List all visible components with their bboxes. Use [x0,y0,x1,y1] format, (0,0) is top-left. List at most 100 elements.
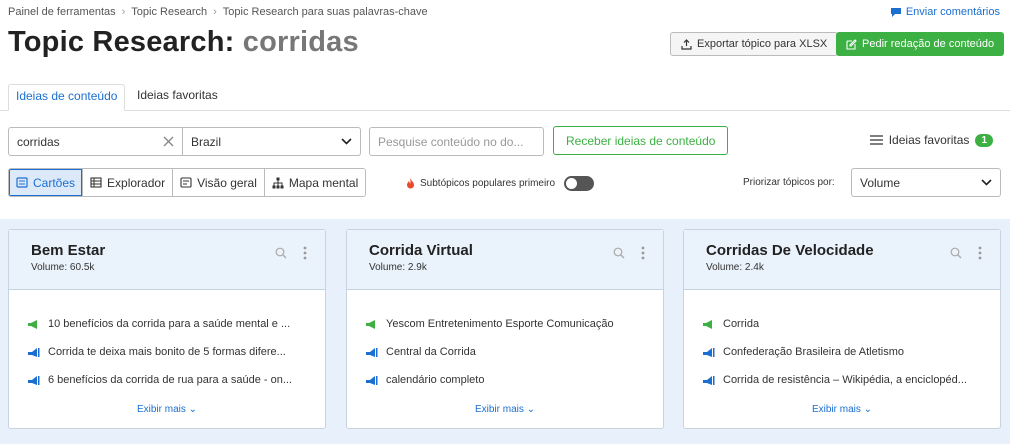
megaphone-icon [703,319,712,329]
question-icon [366,347,378,357]
topic-card-body: 10 benefícios da corrida para a saúde me… [9,290,325,415]
list-item-text: calendário completo [386,374,485,386]
list-item[interactable]: Yescom Entretenimento Esporte Comunicaçã… [365,310,645,338]
popular-subtopics-label: Subtópicos populares primeiro [420,178,556,189]
cards-icon [16,177,28,188]
list-item[interactable]: Confederação Brasileira de Atletismo [702,338,982,366]
content-search-input[interactable]: Pesquise conteúdo no do... [369,127,544,156]
megaphone-icon [366,319,375,329]
topic-card: Corridas De Velocidade Volume: 2.4k Corr… [683,229,1001,429]
topic-card-header: Bem Estar Volume: 60.5k [9,230,325,290]
list-icon [869,135,883,145]
topic-card-body: Corrida Confederação Brasileira de Atlet… [684,290,1000,415]
show-more-label: Exibir mais [474,404,524,415]
topic-card-volume: Volume: 60.5k [31,262,95,273]
tab-content-ideas[interactable]: Ideias de conteúdo [8,84,126,111]
prioritize-label: Priorizar tópicos por: [743,177,835,188]
order-content-button[interactable]: Pedir redação de conteúdo [836,32,1005,56]
country-select-value: Brazil [191,134,222,149]
tab-favorite-ideas[interactable]: Ideias favoritas [130,84,225,111]
breadcrumb-item-dashboard[interactable]: Painel de ferramentas [8,6,116,18]
search-icon[interactable] [950,247,962,259]
send-feedback-link[interactable]: Enviar comentários [890,6,1000,18]
search-icon[interactable] [613,247,625,259]
show-more-label: Exibir mais [136,404,186,415]
prioritize-select[interactable]: Volume [851,168,1001,197]
list-item[interactable]: 10 benefícios da corrida para a saúde me… [27,310,307,338]
chevron-down-icon [981,179,992,186]
clear-icon[interactable] [163,136,174,147]
favorite-ideas-count-badge: 1 [975,133,993,147]
topic-card-header: Corrida Virtual Volume: 2.9k [347,230,663,290]
question-icon [703,375,715,385]
topic-card: Bem Estar Volume: 60.5k 10 benefícios da… [8,229,326,429]
export-xlsx-label: Exportar tópico para XLSX [697,38,828,50]
list-item[interactable]: 6 benefícios da corrida de rua para a sa… [27,366,307,394]
view-overview-label: Visão geral [197,175,257,190]
breadcrumb-separator-icon: › [213,6,217,18]
show-more-link[interactable]: Exibir mais ⌄ [365,404,645,415]
overview-icon [180,177,192,188]
breadcrumb-separator-icon: › [121,6,126,18]
edit-icon [846,38,857,50]
search-icon[interactable] [275,247,287,259]
view-overview-button[interactable]: Visão geral [173,169,265,196]
topic-card-volume: Volume: 2.9k [369,262,427,273]
order-content-label: Pedir redação de conteúdo [862,38,995,50]
view-explorer-label: Explorador [107,175,166,190]
view-switcher: Cartões Explorador Visão geral Mapa ment… [8,168,367,197]
list-item-text: Corrida te deixa mais bonito de 5 formas… [48,346,286,358]
topic-card-title: Bem Estar [31,242,106,259]
topic-card-actions [613,246,645,260]
show-more-link[interactable]: Exibir mais ⌄ [702,404,982,415]
topic-card-title: Corrida Virtual [369,242,473,259]
topic-card-actions [275,246,307,260]
breadcrumb-item-topic-research[interactable]: Topic Research [131,6,207,18]
view-mindmap-label: Mapa mental [288,175,359,190]
megaphone-icon [28,319,37,329]
get-content-ideas-button[interactable]: Receber ideias de conteúdo [553,126,729,155]
popular-subtopics-toggle-row: Subtópicos populares primeiro [406,176,595,191]
topic-card: Corrida Virtual Volume: 2.9k Yescom Entr… [346,229,664,429]
list-item-text: Corrida de resistência – Wikipédia, a en… [723,374,967,386]
page-title-keyword: corridas [242,26,359,58]
more-vertical-icon[interactable] [303,246,307,260]
more-vertical-icon[interactable] [978,246,982,260]
list-item[interactable]: Corrida te deixa mais bonito de 5 formas… [27,338,307,366]
chevron-down-icon: ⌄ [526,404,536,415]
list-item[interactable]: Central da Corrida [365,338,645,366]
question-icon [28,347,40,357]
export-xlsx-button[interactable]: Exportar tópico para XLSX [670,32,839,56]
keyword-input[interactable]: corridas [8,127,183,156]
question-icon [703,347,715,357]
list-item-text: 6 benefícios da corrida de rua para a sa… [48,374,292,386]
list-item-text: Yescom Entretenimento Esporte Comunicaçã… [386,318,614,330]
keyword-input-value: corridas [17,134,60,149]
view-cards-button[interactable]: Cartões [9,169,84,196]
favorite-ideas-link[interactable]: Ideias favoritas 1 [869,133,993,147]
list-item[interactable]: Corrida [702,310,982,338]
list-item[interactable]: Corrida de resistência – Wikipédia, a en… [702,366,982,394]
chevron-down-icon: ⌄ [188,404,198,415]
favorite-ideas-label: Ideias favoritas [888,133,970,147]
view-cards-label: Cartões [33,175,76,190]
view-explorer-button[interactable]: Explorador [83,169,174,196]
question-icon [28,375,40,385]
list-item-text: Confederação Brasileira de Atletismo [723,346,904,358]
topic-card-body: Yescom Entretenimento Esporte Comunicaçã… [347,290,663,415]
list-item-text: Corrida [723,318,760,330]
view-mindmap-button[interactable]: Mapa mental [264,169,366,196]
topic-card-title: Corridas De Velocidade [706,242,874,259]
country-select[interactable]: Brazil [183,127,361,156]
chevron-down-icon [341,138,352,145]
more-vertical-icon[interactable] [641,246,645,260]
list-item-text: Central da Corrida [386,346,476,358]
chat-bubble-icon [890,7,901,17]
show-more-link[interactable]: Exibir mais ⌄ [27,404,307,415]
popular-subtopics-toggle[interactable] [564,176,595,191]
upload-icon [681,38,692,50]
tab-bar: Ideias de conteúdo Ideias favoritas [0,84,1010,111]
page-title: Topic Research: corridas [8,26,359,59]
list-item[interactable]: calendário completo [365,366,645,394]
page-title-prefix: Topic Research: [8,26,235,58]
